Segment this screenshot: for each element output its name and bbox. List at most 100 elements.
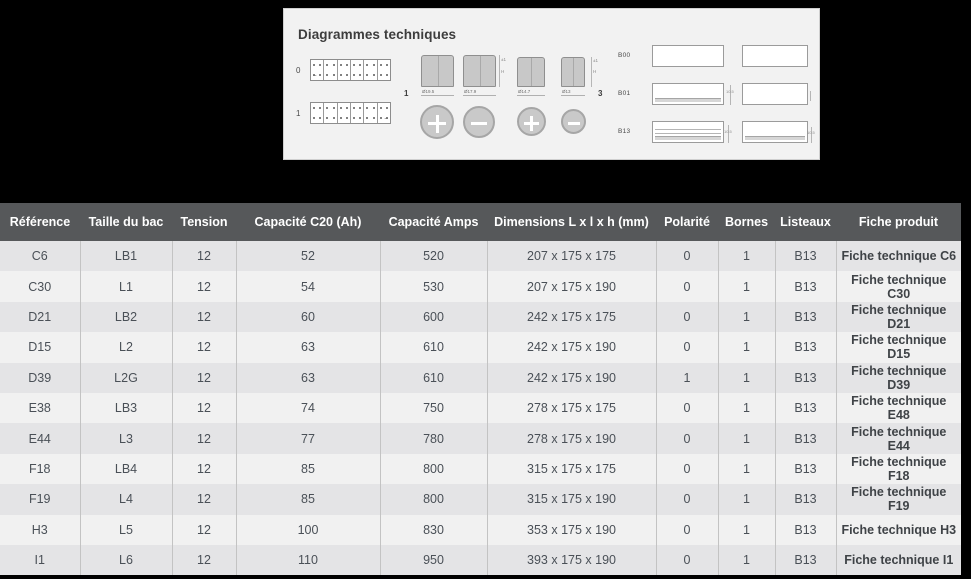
cell-tension: 12 <box>171 453 236 485</box>
terminal-post-icon <box>463 55 496 87</box>
terminal-diameter-label: Ø17.9 <box>464 89 477 94</box>
table-row: I1 L6 12 110 950 393 x 175 x 190 0 1 B13 Fiche te… <box>0 544 961 576</box>
table-row: C6 LB1 12 52 520 207 x 175 x 175 0 1 B13 Fiche te… <box>0 241 961 272</box>
battery-top-view-icon: – <box>310 59 391 81</box>
cell-capacite-c20: 74 <box>235 392 380 424</box>
cell-tension: 12 <box>171 301 236 333</box>
positive-terminal-icon <box>420 105 454 139</box>
column-header-fiche-produit[interactable]: Fiche produit <box>836 203 961 241</box>
cell-dimensions: 353 x 175 x 190 <box>486 514 656 545</box>
polarity-diagram-1: 1 – <box>292 100 402 134</box>
cell-bornes: 1 <box>717 484 775 515</box>
cell-polarite: 0 <box>655 241 718 272</box>
cell-tension: 12 <box>171 514 236 545</box>
table-row: D39 L2G 12 63 610 242 x 175 x 190 1 1 B13 Fiche t… <box>0 362 961 393</box>
terminal-diagram-group: 1 3 Ø19.5 Ø17.9 ±1 H Ø14.7 Ø13 ±1 H <box>402 53 602 153</box>
cell-dimensions: 315 x 175 x 175 <box>486 453 656 485</box>
cell-listeaux: B13 <box>774 544 836 576</box>
cell-listeaux: B13 <box>774 241 836 272</box>
terminal-diameter-label: Ø19.5 <box>422 89 435 94</box>
column-header-capacite-c20[interactable]: Capacité C20 (Ah) <box>236 203 380 241</box>
cell-dimensions: 315 x 175 x 190 <box>486 484 656 515</box>
product-sheet-link[interactable]: Fiche technique D15 <box>835 332 961 363</box>
column-header-polarite[interactable]: Polarité <box>656 203 718 241</box>
product-sheet-link[interactable]: Fiche technique F19 <box>835 484 961 515</box>
product-sheet-link[interactable]: Fiche technique I1 <box>835 544 961 576</box>
terminal-post-icon <box>421 55 454 87</box>
table-row: H3 L5 12 100 830 353 x 175 x 190 0 1 B13 Fiche te… <box>0 514 961 545</box>
product-sheet-link[interactable]: Fiche technique D39 <box>835 362 961 393</box>
product-sheet-link[interactable]: Fiche technique E44 <box>835 423 961 454</box>
listeaux-label-b13: B13 <box>618 128 631 135</box>
product-sheet-link[interactable]: Fiche technique H3 <box>835 514 961 545</box>
cell-bornes: 1 <box>717 544 775 576</box>
table-header: Référence Taille du bac Tension Capacité… <box>0 203 961 241</box>
cell-bornes: 1 <box>717 423 775 454</box>
listeaux-diagram-b13: B13 10.5 10.5 <box>614 115 815 153</box>
column-header-dimensions[interactable]: Dimensions L x l x h (mm) <box>487 203 656 241</box>
table-row: E44 L3 12 77 780 278 x 175 x 190 0 1 B13 Fiche te… <box>0 423 961 454</box>
cell-capacite-c20: 63 <box>235 332 380 363</box>
battery-specification-table: Référence Taille du bac Tension Capacité… <box>0 203 961 576</box>
cell-reference: H3 <box>0 514 80 545</box>
cell-taille-bac: L3 <box>79 423 172 454</box>
listeaux-profile-side-icon <box>742 45 808 67</box>
product-sheet-link[interactable]: Fiche technique C30 <box>835 271 961 302</box>
cell-bornes: 1 <box>717 301 775 333</box>
cell-listeaux: B13 <box>774 332 836 363</box>
terminal-type-label-1: 1 <box>404 89 409 98</box>
negative-terminal-icon <box>463 106 495 138</box>
cell-polarite: 0 <box>655 392 718 424</box>
column-header-capacite-amps[interactable]: Capacité Amps <box>380 203 487 241</box>
column-header-reference[interactable]: Référence <box>0 203 80 241</box>
polarity-label-1: 1 <box>296 109 301 118</box>
polarity-diagram-group: 0 – 1 – <box>292 57 402 143</box>
cell-capacite-c20: 52 <box>235 241 380 272</box>
cell-polarite: 0 <box>655 332 718 363</box>
listeaux-label-b01: B01 <box>618 90 631 97</box>
cell-taille-bac: L5 <box>79 514 172 545</box>
cell-listeaux: B13 <box>774 484 836 515</box>
listeaux-diagram-b01: B01 10.5 <box>614 77 814 115</box>
column-header-bornes[interactable]: Bornes <box>718 203 775 241</box>
cell-tension: 12 <box>171 241 236 272</box>
cell-dimensions: 393 x 175 x 190 <box>486 544 656 576</box>
cell-capacite-amps: 610 <box>379 332 487 363</box>
technical-diagram-panel: Diagrammes techniques 0 – 1 – 1 3 Ø19.5 … <box>283 8 820 160</box>
table-row: C30 L1 12 54 530 207 x 175 x 190 0 1 B13 Fiche te… <box>0 271 961 302</box>
cell-listeaux: B13 <box>774 301 836 333</box>
table-row: F18 LB4 12 85 800 315 x 175 x 175 0 1 B13 Fiche t… <box>0 453 961 485</box>
column-header-tension[interactable]: Tension <box>172 203 236 241</box>
cell-capacite-amps: 950 <box>379 544 487 576</box>
cell-capacite-c20: 110 <box>235 544 380 576</box>
cell-capacite-amps: 600 <box>379 301 487 333</box>
cell-listeaux: B13 <box>774 514 836 545</box>
product-sheet-link[interactable]: Fiche technique F18 <box>835 453 961 485</box>
cell-dimensions: 278 x 175 x 190 <box>486 423 656 454</box>
cell-capacite-c20: 100 <box>235 514 380 545</box>
cell-bornes: 1 <box>717 271 775 302</box>
negative-terminal-icon <box>561 109 586 134</box>
cell-taille-bac: L6 <box>79 544 172 576</box>
table-row: E38 LB3 12 74 750 278 x 175 x 175 0 1 B13 Fiche t… <box>0 392 961 424</box>
listeaux-label-b00: B00 <box>618 52 631 59</box>
cell-capacite-amps: 530 <box>379 271 487 302</box>
product-sheet-link[interactable]: Fiche technique C6 <box>835 241 961 272</box>
cell-bornes: 1 <box>717 392 775 424</box>
product-sheet-link[interactable]: Fiche technique E48 <box>835 392 961 424</box>
cell-polarite: 0 <box>655 544 718 576</box>
cell-polarite: 0 <box>655 301 718 333</box>
column-header-listeaux[interactable]: Listeaux <box>775 203 836 241</box>
cell-listeaux: B13 <box>774 423 836 454</box>
cell-dimensions: 207 x 175 x 190 <box>486 271 656 302</box>
terminal-diameter-label: Ø14.7 <box>518 89 531 94</box>
column-header-taille-bac[interactable]: Taille du bac <box>80 203 172 241</box>
listeaux-profile-side-icon <box>742 83 808 105</box>
table-row: D21 LB2 12 60 600 242 x 175 x 175 0 1 B13 Fiche t… <box>0 301 961 333</box>
cell-taille-bac: LB3 <box>79 392 172 424</box>
terminal-post-icon <box>517 57 545 87</box>
cell-taille-bac: LB4 <box>79 453 172 485</box>
cell-listeaux: B13 <box>774 362 836 393</box>
listeaux-profile-front-icon <box>652 45 724 67</box>
product-sheet-link[interactable]: Fiche technique D21 <box>835 301 961 333</box>
